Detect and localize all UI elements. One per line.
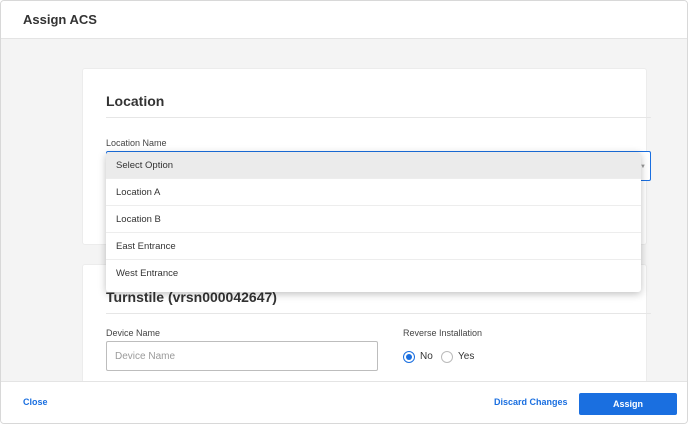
turnstile-card-divider [106,313,651,314]
assign-button[interactable]: Assign [579,393,677,415]
location-card-title: Location [106,93,165,109]
dropdown-option[interactable]: Select Option [106,152,641,179]
modal-footer: Close Discard Changes Assign [1,381,687,423]
reverse-installation-label: Reverse Installation [403,328,483,338]
radio-no[interactable] [403,351,415,363]
dropdown-option[interactable]: Location A [106,179,641,206]
location-card-divider [106,117,651,118]
radio-yes[interactable] [441,351,453,363]
assign-acs-modal: Assign ACS Location Location Name ▼ Turn… [0,0,688,424]
location-name-label: Location Name [106,138,167,148]
radio-yes-label[interactable]: Yes [458,351,474,362]
location-dropdown-menu: Select Option Location A Location B East… [106,152,641,292]
discard-changes-button[interactable]: Discard Changes [494,397,568,407]
dropdown-option[interactable]: West Entrance [106,260,641,287]
modal-title: Assign ACS [23,12,97,27]
device-name-label: Device Name [106,328,161,338]
close-button[interactable]: Close [23,397,48,407]
radio-no-label[interactable]: No [420,351,433,362]
dropdown-option[interactable]: Location B [106,206,641,233]
device-name-input[interactable] [106,341,378,371]
modal-header: Assign ACS [1,1,687,39]
dropdown-option[interactable]: East Entrance [106,233,641,260]
